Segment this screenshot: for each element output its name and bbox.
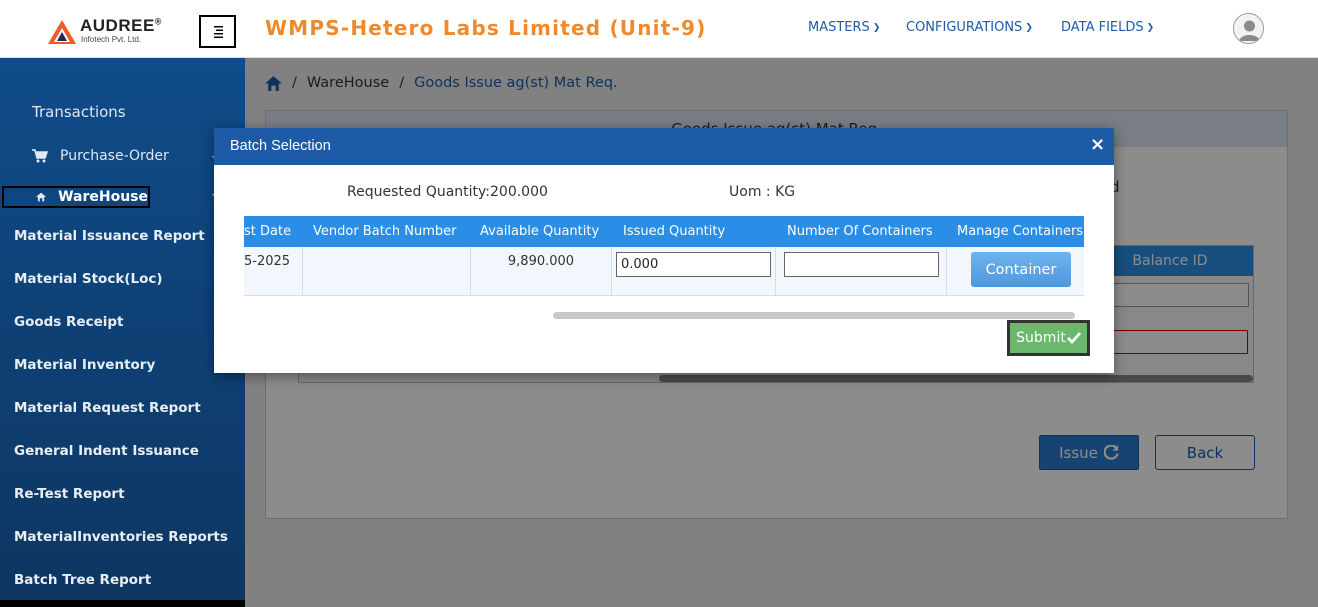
logo-triangle-icon bbox=[48, 20, 76, 44]
cell-available-quantity: 9,890.000 bbox=[471, 247, 612, 296]
column-header-available-quantity: Available Quantity bbox=[480, 224, 600, 239]
sidebar: Transactions Purchase-Order ⌄ WareHouse … bbox=[0, 58, 245, 607]
check-icon bbox=[1066, 332, 1081, 344]
cart-icon bbox=[32, 149, 48, 163]
menu-lines-icon bbox=[213, 25, 223, 38]
sidebar-item-materialinventories-reports[interactable]: MaterialInventories Reports bbox=[14, 529, 228, 545]
company-logo[interactable]: AUDREE® Infotech Pvt. Ltd. bbox=[48, 16, 168, 48]
nav-configurations-label: CONFIGURATIONS bbox=[906, 20, 1023, 35]
batch-table: st Date Vendor Batch Number Available Qu… bbox=[244, 216, 1084, 296]
sidebar-bottom-bar bbox=[0, 600, 245, 607]
cell-test-date: 5-2025 bbox=[244, 247, 303, 296]
uom-label: Uom : KG bbox=[729, 184, 796, 200]
submit-button-label: Submit bbox=[1016, 330, 1066, 346]
logo-text: AUDREE® bbox=[80, 16, 162, 35]
chevron-down-icon: ❯ bbox=[872, 23, 881, 33]
sidebar-item-label: WareHouse bbox=[58, 189, 148, 205]
modal-title: Batch Selection bbox=[230, 138, 331, 154]
nav-masters[interactable]: MASTERS ❯ bbox=[808, 20, 880, 35]
logo-subtext: Infotech Pvt. Ltd. bbox=[81, 35, 142, 44]
cell-available-quantity-value: 9,890.000 bbox=[507, 254, 575, 269]
sidebar-item-purchase-order[interactable]: Purchase-Order bbox=[32, 148, 169, 164]
nav-data-fields-label: DATA FIELDS bbox=[1061, 20, 1144, 35]
sidebar-item-label: Purchase-Order bbox=[60, 148, 169, 164]
sidebar-item-material-stock-loc[interactable]: Material Stock(Loc) bbox=[14, 271, 163, 287]
modal-table-scrollbar[interactable] bbox=[553, 312, 1075, 319]
sidebar-item-material-request-report[interactable]: Material Request Report bbox=[14, 400, 201, 416]
chevron-down-icon: ❯ bbox=[1146, 23, 1155, 33]
app-title: WMPS-Hetero Labs Limited (Unit-9) bbox=[265, 16, 707, 40]
sidebar-item-material-issuance-report[interactable]: Material Issuance Report bbox=[14, 228, 205, 244]
modal-header: Batch Selection × bbox=[214, 128, 1114, 165]
column-header-vendor-batch-number: Vendor Batch Number bbox=[313, 224, 457, 239]
requested-quantity: Requested Quantity:200.000 bbox=[347, 184, 548, 200]
user-avatar[interactable] bbox=[1233, 13, 1264, 44]
sidebar-item-batch-tree-report[interactable]: Batch Tree Report bbox=[14, 572, 151, 588]
cell-vendor-batch-number bbox=[303, 247, 471, 296]
issued-quantity-input[interactable] bbox=[616, 252, 771, 277]
close-icon[interactable]: × bbox=[1090, 135, 1105, 155]
nav-masters-label: MASTERS bbox=[808, 20, 870, 35]
chevron-down-icon: ❯ bbox=[1025, 23, 1033, 33]
user-icon bbox=[1234, 14, 1263, 43]
logo-registered-mark: ® bbox=[154, 16, 162, 27]
nav-data-fields[interactable]: DATA FIELDS ❯ bbox=[1061, 20, 1154, 35]
sidebar-item-general-indent-issuance[interactable]: General Indent Issuance bbox=[14, 443, 199, 459]
sidebar-item-warehouse[interactable]: WareHouse bbox=[2, 186, 150, 208]
home-icon bbox=[36, 192, 47, 202]
sidebar-item-goods-receipt[interactable]: Goods Receipt bbox=[14, 314, 123, 330]
container-button[interactable]: Container bbox=[971, 252, 1071, 287]
column-header-test-date: st Date bbox=[244, 224, 292, 239]
column-header-manage-containers: Manage Containers bbox=[957, 224, 1084, 239]
column-header-number-of-containers: Number Of Containers bbox=[787, 224, 933, 239]
sidebar-item-material-inventory[interactable]: Material Inventory bbox=[14, 357, 155, 373]
nav-configurations[interactable]: CONFIGURATIONS ❯ bbox=[906, 20, 1033, 35]
top-header: AUDREE® Infotech Pvt. Ltd. WMPS-Hetero L… bbox=[0, 0, 1318, 58]
batch-selection-modal: Batch Selection × Requested Quantity:200… bbox=[214, 128, 1114, 373]
number-of-containers-input[interactable] bbox=[784, 252, 939, 277]
menu-toggle-button[interactable] bbox=[199, 15, 236, 48]
sidebar-item-retest-report[interactable]: Re-Test Report bbox=[14, 486, 125, 502]
cell-test-date-value: 5-2025 bbox=[244, 254, 291, 269]
column-header-issued-quantity: Issued Quantity bbox=[623, 224, 726, 239]
submit-button[interactable]: Submit bbox=[1007, 320, 1090, 356]
sidebar-section-transactions[interactable]: Transactions bbox=[32, 103, 126, 121]
